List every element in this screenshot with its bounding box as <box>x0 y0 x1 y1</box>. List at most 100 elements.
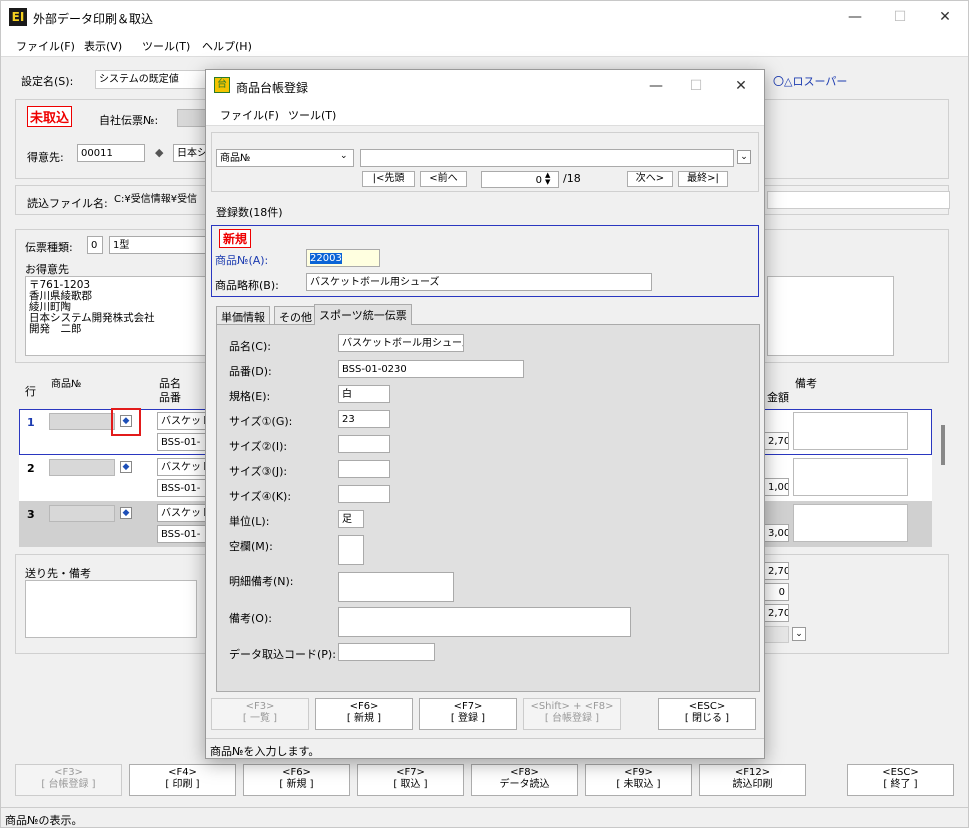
slip-type-code[interactable]: 0 <box>87 236 103 254</box>
product-name-cell[interactable]: バスケット <box>157 412 207 430</box>
detail-remark-input[interactable] <box>338 572 454 602</box>
chevron-down-icon[interactable]: ⌄ <box>737 150 751 164</box>
col-remark-header: 備考 <box>795 377 817 390</box>
record-count: 登録数(18件) <box>216 206 283 219</box>
size1-input[interactable]: 23 <box>338 410 390 428</box>
chevron-down-icon[interactable]: ⌄ <box>340 151 348 161</box>
total-select[interactable] <box>765 626 789 643</box>
col-row-header: 行 <box>25 385 36 398</box>
first-button[interactable]: |<先頭 <box>362 171 415 187</box>
field-label: サイズ②(I): <box>229 440 288 453</box>
tab-price-info[interactable]: 単価情報 <box>216 306 270 324</box>
register-button[interactable]: <F7>[ 登録 ] <box>419 698 517 730</box>
product-no-cell[interactable] <box>49 505 115 522</box>
customer-name: 日本シ <box>173 144 207 162</box>
title-bar: EI 外部データ印刷＆取込 — ☐ ✕ <box>1 1 968 33</box>
button-label: [ 新規 ] <box>279 779 314 790</box>
product-name-cell[interactable]: バスケット <box>157 458 207 476</box>
import-button[interactable]: <F7>[ 取込 ] <box>357 764 464 796</box>
lookup-icon[interactable]: ◆ <box>120 461 132 473</box>
unit-input[interactable]: 足 <box>338 510 364 528</box>
close-icon[interactable]: ✕ <box>933 7 957 27</box>
product-no-input[interactable]: 22003 <box>306 249 380 267</box>
search-field-select[interactable]: 商品№ <box>216 149 354 167</box>
menu-tools[interactable]: ツール(T) <box>142 38 190 54</box>
delivery-field[interactable] <box>25 580 197 638</box>
button-label: [ 閉じる ] <box>684 713 730 724</box>
tab-other[interactable]: その他 <box>274 306 317 324</box>
last-button[interactable]: 最終>| <box>678 171 728 187</box>
dialog-menu-file[interactable]: ファイル(F) <box>220 107 279 123</box>
size4-input[interactable] <box>338 485 390 503</box>
size3-input[interactable] <box>338 460 390 478</box>
product-code-cell[interactable]: BSS-01- <box>157 525 207 543</box>
remark-cell[interactable] <box>793 412 908 450</box>
print-button[interactable]: <F4>[ 印刷 ] <box>129 764 236 796</box>
new-button[interactable]: <F6>[ 新規 ] <box>243 764 350 796</box>
product-no-cell[interactable] <box>49 413 115 430</box>
ledger-register-button[interactable]: <Shift> + <F8>[ 台帳登録 ] <box>523 698 621 730</box>
menu-view[interactable]: 表示(V) <box>84 38 122 54</box>
delivery-label: 送り先・備考 <box>25 567 91 580</box>
menu-help[interactable]: ヘルプ(H) <box>202 38 252 54</box>
ledger-register-button[interactable]: <F3>[ 台帳登録 ] <box>15 764 122 796</box>
spin-icon[interactable]: ▲ ▼ <box>545 172 550 186</box>
maximize-icon[interactable]: ☐ <box>888 7 912 27</box>
menu-file[interactable]: ファイル(F) <box>16 38 75 54</box>
dialog-new-button[interactable]: <F6>[ 新規 ] <box>315 698 413 730</box>
remark-cell[interactable] <box>793 458 908 496</box>
read-print-button[interactable]: <F12> 読込印刷 <box>699 764 806 796</box>
size2-input[interactable] <box>338 435 390 453</box>
lookup-icon[interactable]: ◆ <box>155 146 163 159</box>
next-button[interactable]: 次へ> <box>627 171 673 187</box>
remark-input[interactable] <box>338 607 631 637</box>
own-slip-field[interactable] <box>177 109 207 127</box>
customer-code[interactable]: 00011 <box>77 144 145 162</box>
maximize-icon[interactable]: ☐ <box>684 76 708 96</box>
button-label: [ 新規 ] <box>346 713 382 724</box>
lookup-icon[interactable]: ◆ <box>120 507 132 519</box>
product-code-cell[interactable]: BSS-01- <box>157 433 207 451</box>
lookup-icon[interactable]: ◆ <box>120 415 132 427</box>
close-icon[interactable]: ✕ <box>729 76 753 96</box>
product-no-cell[interactable] <box>49 459 115 476</box>
mode-badge: 新規 <box>219 229 252 248</box>
product-ledger-dialog: 台 商品台帳登録 — ☐ ✕ ファイル(F) ツール(T) 商品№ ⌄ ⌄ |<… <box>205 69 765 759</box>
key-label: <F6> <box>282 767 311 778</box>
field-label: 明細備考(N): <box>229 575 294 588</box>
dialog-menu-tools[interactable]: ツール(T) <box>288 107 336 123</box>
list-button[interactable]: <F3>[ 一覧 ] <box>211 698 309 730</box>
minimize-icon[interactable]: — <box>843 7 867 27</box>
search-input[interactable] <box>360 149 734 167</box>
blank-input[interactable] <box>338 535 364 565</box>
close-button[interactable]: <ESC>[ 閉じる ] <box>658 698 756 730</box>
product-name-cell[interactable]: バスケット <box>157 504 207 522</box>
row-number: 3 <box>27 508 35 521</box>
data-read-button[interactable]: <F8> データ読込 <box>471 764 578 796</box>
store-link[interactable]: 〇△ロスーパー <box>773 73 847 89</box>
prev-button[interactable]: <前へ <box>420 171 467 187</box>
remark-cell[interactable] <box>793 504 908 542</box>
product-name-input[interactable]: バスケットボール用シューズ <box>338 334 464 352</box>
import-code-input[interactable] <box>338 643 435 661</box>
chevron-down-icon[interactable]: ⌄ <box>792 627 806 641</box>
spec-input[interactable]: 白 <box>338 385 390 403</box>
customer-address: 〒761-1203 香川県綾歌郡 綾川町陶 日本システム開発株式会社 開発 二郎 <box>25 276 207 356</box>
exit-button[interactable]: <ESC>[ 終了 ] <box>847 764 954 796</box>
key-label: <F4> <box>168 767 197 778</box>
dialog-status-text: 商品№を入力します。 <box>210 745 320 758</box>
tab-sports-slip[interactable]: スポーツ統一伝票 <box>314 304 412 325</box>
short-name-input[interactable]: バスケットボール用シューズ <box>306 273 652 291</box>
settings-label: 設定名(S): <box>21 75 74 88</box>
button-label: データ読込 <box>499 779 550 790</box>
product-code-input[interactable]: BSS-01-0230 <box>338 360 524 378</box>
field-label: サイズ①(G): <box>229 415 293 428</box>
settings-select[interactable]: システムの既定値 <box>95 70 215 89</box>
product-code-cell[interactable]: BSS-01- <box>157 479 207 497</box>
col-amount-header: 金額 <box>767 391 789 404</box>
dialog-menu-bar: ファイル(F) ツール(T) <box>206 102 764 126</box>
not-imported-button[interactable]: <F9>[ 未取込 ] <box>585 764 692 796</box>
grid-scrollbar[interactable] <box>941 425 945 465</box>
button-label: 読込印刷 <box>732 779 773 790</box>
minimize-icon[interactable]: — <box>644 76 668 96</box>
